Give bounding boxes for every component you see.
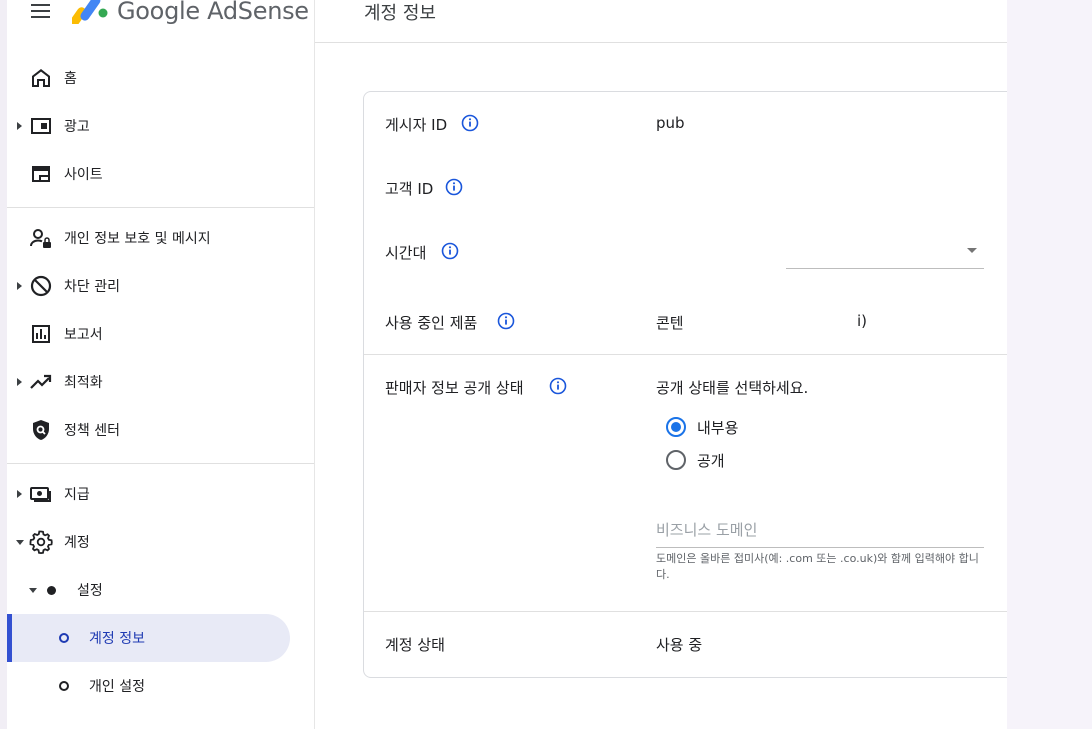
sidebar-item-label: 지급 [64, 487, 90, 503]
person-lock-icon [30, 229, 51, 248]
sidebar-item-policy-center[interactable]: 정책 센터 [7, 406, 314, 454]
sidebar-item-personal-settings[interactable]: 개인 설정 [7, 662, 314, 710]
seller-visibility-label: 판매자 정보 공개 상태 [385, 379, 524, 397]
block-icon [30, 275, 52, 297]
sidebar-item-privacy-messaging[interactable]: 개인 정보 보호 및 메시지 [7, 214, 314, 262]
timezone-select[interactable] [786, 236, 984, 269]
header-bottom-border [314, 42, 1007, 43]
products-value-tail: i) [857, 312, 868, 330]
sidebar-item-label: 광고 [64, 119, 90, 135]
products-value: 콘텐 [656, 314, 684, 332]
bullet-ring-icon [59, 681, 69, 691]
active-indicator [7, 614, 12, 662]
sidebar-item-label: 정책 센터 [64, 423, 120, 439]
row-divider [364, 354, 1007, 355]
domain-helper-text: 도메인은 올바른 접미사(예: .com 또는 .co.uk)와 함께 입력해야… [656, 552, 979, 581]
radio-internal[interactable] [666, 417, 686, 437]
sidebar-item-ads[interactable]: 광고 [7, 102, 314, 150]
adsense-logo-icon [72, 0, 108, 24]
sidebar-item-label: 사이트 [64, 167, 103, 183]
web-icon [32, 166, 50, 182]
sidebar: 홈 광고 사이트 개인 정보 보호 및 메시지 차단 관리 보고서 최적화 정책… [7, 43, 314, 729]
sidebar-item-account-info[interactable]: 계정 정보 [7, 614, 290, 662]
trending-up-icon [30, 374, 52, 389]
sidebar-item-label: 계정 [64, 535, 90, 551]
sidebar-item-account[interactable]: 계정 [7, 518, 314, 566]
account-status-label: 계정 상태 [385, 636, 445, 654]
publisher-id-value: pub [656, 114, 685, 132]
window-edge [0, 0, 7, 729]
sidebar-item-label: 최적화 [64, 375, 103, 391]
radio-internal-label[interactable]: 내부용 [697, 417, 738, 438]
collapse-arrow-icon[interactable] [29, 588, 37, 593]
radio-public-label[interactable]: 공개 [697, 450, 725, 471]
expand-arrow-icon[interactable] [17, 378, 22, 386]
sidebar-border [314, 0, 315, 729]
sidebar-item-settings[interactable]: 설정 [7, 566, 314, 614]
dropdown-arrow-icon [967, 248, 977, 253]
sidebar-item-label: 차단 관리 [64, 279, 120, 295]
expand-arrow-icon[interactable] [17, 122, 22, 130]
main-menu-button[interactable] [30, 2, 52, 20]
sidebar-item-reports[interactable]: 보고서 [7, 310, 314, 358]
info-icon[interactable] [549, 377, 567, 395]
brand-name: Google AdSense [117, 0, 309, 25]
sidebar-item-label: 개인 정보 보호 및 메시지 [64, 231, 211, 247]
ad-unit-icon [31, 118, 51, 134]
policy-shield-icon [33, 420, 49, 440]
sidebar-item-label: 계정 정보 [89, 631, 145, 647]
sidebar-item-label: 개인 설정 [89, 679, 145, 695]
bar-chart-icon [32, 325, 50, 343]
sidebar-divider [7, 207, 314, 208]
sidebar-item-label: 설정 [77, 583, 103, 599]
info-icon[interactable] [461, 114, 479, 132]
sidebar-item-home[interactable]: 홈 [7, 54, 314, 102]
sidebar-item-label: 보고서 [64, 327, 103, 343]
collapse-arrow-icon[interactable] [16, 540, 24, 545]
bullet-icon [47, 586, 56, 595]
window-edge-right [1007, 80, 1092, 700]
info-icon[interactable] [497, 312, 515, 330]
row-divider [364, 611, 1007, 612]
radio-public[interactable] [666, 450, 686, 470]
info-icon[interactable] [445, 178, 463, 196]
sidebar-item-label: 홈 [64, 71, 77, 87]
customer-id-label: 고객 ID [385, 180, 434, 198]
gear-icon [29, 530, 53, 554]
products-label: 사용 중인 제품 [385, 314, 478, 332]
timezone-label: 시간대 [385, 244, 427, 262]
sidebar-item-payments[interactable]: 지급 [7, 470, 314, 518]
home-icon [32, 69, 50, 87]
account-status-value: 사용 중 [656, 636, 703, 654]
sidebar-item-optimization[interactable]: 최적화 [7, 358, 314, 406]
sidebar-divider [7, 463, 314, 464]
sidebar-item-blocking-controls[interactable]: 차단 관리 [7, 262, 314, 310]
publisher-id-label: 게시자 ID [385, 116, 448, 134]
bullet-ring-icon [59, 633, 69, 643]
expand-arrow-icon[interactable] [17, 282, 22, 290]
sidebar-item-sites[interactable]: 사이트 [7, 150, 314, 198]
business-domain-input[interactable] [656, 513, 984, 548]
expand-arrow-icon[interactable] [17, 490, 22, 498]
page-title: 계정 정보 [364, 3, 436, 24]
info-icon[interactable] [441, 242, 459, 260]
visibility-prompt: 공개 상태를 선택하세요. [656, 379, 809, 397]
payments-icon [30, 487, 51, 502]
